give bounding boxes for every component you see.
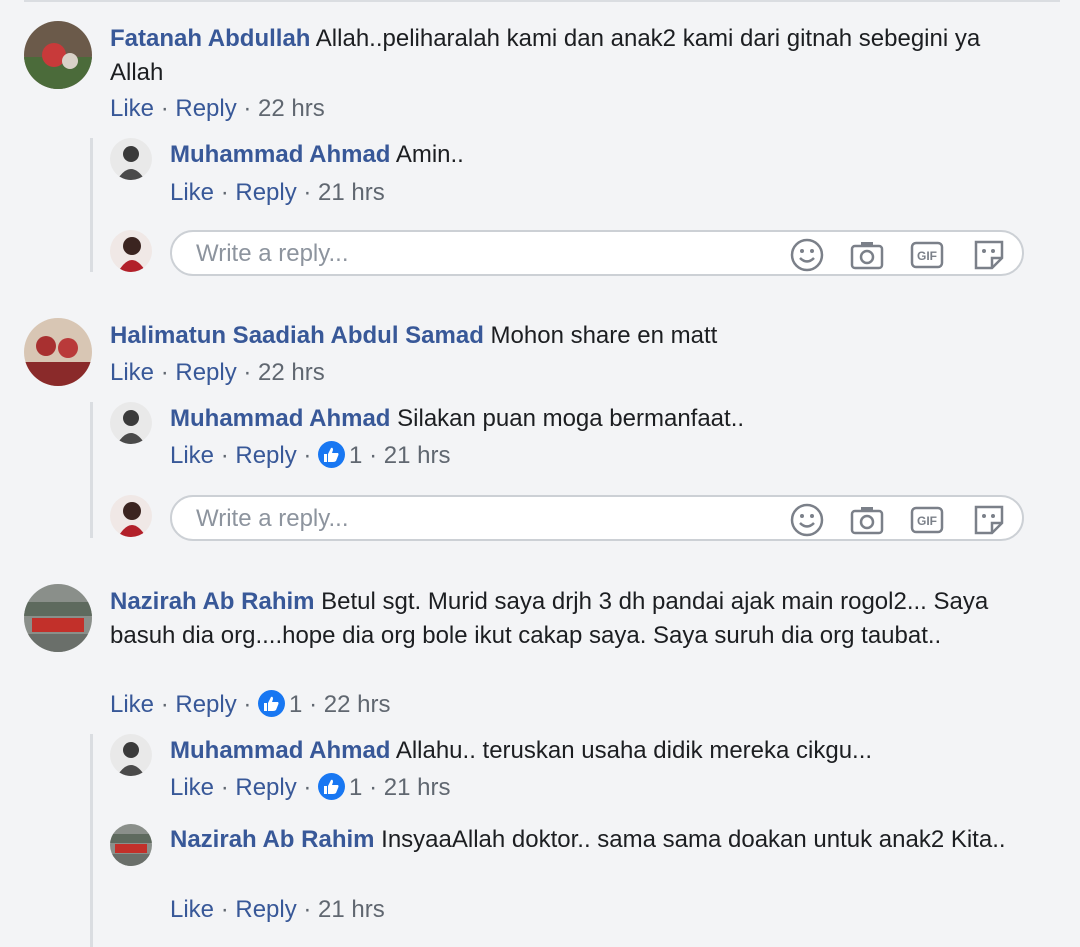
current-user-avatar — [110, 230, 152, 272]
emoji-icon[interactable] — [790, 503, 824, 537]
reply-body: Muhammad Ahmad Amin.. — [170, 138, 464, 172]
camera-icon[interactable] — [850, 238, 884, 272]
like-count[interactable]: 1 — [349, 442, 362, 469]
reply-input[interactable] — [194, 238, 758, 270]
separator: · — [296, 774, 319, 801]
reply-text: InsyaaAllah doktor.. sama sama doakan un… — [381, 826, 1006, 853]
reply-actions: Like · Reply · 1 · 21 hrs — [170, 773, 450, 803]
reply-composer[interactable]: GIF — [170, 495, 1024, 541]
like-link[interactable]: Like — [110, 691, 154, 718]
like-count[interactable]: 1 — [349, 774, 362, 801]
current-user-avatar — [110, 495, 152, 537]
reply-body: Nazirah Ab Rahim InsyaaAllah doktor.. sa… — [170, 823, 1020, 857]
reply-link[interactable]: Reply — [235, 774, 296, 801]
reply-composer[interactable]: GIF — [170, 230, 1024, 276]
sticker-icon[interactable] — [972, 238, 1006, 272]
separator: · — [154, 691, 176, 718]
separator: · — [154, 95, 176, 122]
separator: · — [214, 774, 236, 801]
separator: · — [302, 691, 324, 718]
reply-actions: Like · Reply · 1 · 21 hrs — [170, 441, 450, 471]
thread-line — [90, 138, 93, 272]
separator: · — [236, 95, 259, 122]
comment-body: Fatanah Abdullah Allah..peliharalah kami… — [110, 22, 1030, 90]
comment-actions: Like · Reply · 1 · 22 hrs — [110, 690, 390, 720]
reply-link[interactable]: Reply — [235, 896, 296, 923]
separator: · — [362, 442, 384, 469]
comment-body: Halimatun Saadiah Abdul Samad Mohon shar… — [110, 319, 717, 353]
comment-body: Nazirah Ab Rahim Betul sgt. Murid saya d… — [110, 585, 1030, 653]
like-reaction-icon[interactable] — [318, 441, 346, 468]
reply-link[interactable]: Reply — [235, 179, 296, 206]
svg-text:GIF: GIF — [917, 514, 937, 528]
separator: · — [154, 359, 176, 386]
like-link[interactable]: Like — [110, 359, 154, 386]
like-reaction-icon[interactable] — [318, 773, 346, 800]
reply-author[interactable]: Nazirah Ab Rahim — [170, 826, 374, 853]
comment-actions: Like · Reply · 22 hrs — [110, 358, 325, 388]
gif-icon[interactable]: GIF — [910, 503, 944, 537]
comment-text: Mohon share en matt — [490, 322, 718, 349]
timestamp[interactable]: 21 hrs — [384, 774, 451, 801]
like-link[interactable]: Like — [110, 95, 154, 122]
comment-actions: Like · Reply · 22 hrs — [110, 94, 325, 124]
reply-link[interactable]: Reply — [175, 359, 236, 386]
like-count[interactable]: 1 — [289, 691, 302, 718]
avatar[interactable] — [110, 824, 152, 866]
gif-icon[interactable]: GIF — [910, 238, 944, 272]
reply-actions: Like · Reply · 21 hrs — [170, 895, 385, 925]
like-link[interactable]: Like — [170, 896, 214, 923]
comment-author[interactable]: Nazirah Ab Rahim — [110, 588, 314, 615]
reply-body: Muhammad Ahmad Allahu.. teruskan usaha d… — [170, 734, 872, 768]
reply-text: Amin.. — [395, 141, 464, 168]
reply-author[interactable]: Muhammad Ahmad — [170, 405, 390, 432]
divider — [24, 0, 1060, 2]
timestamp[interactable]: 22 hrs — [258, 95, 325, 122]
reply-link[interactable]: Reply — [235, 442, 296, 469]
separator: · — [296, 896, 319, 923]
reply-link[interactable]: Reply — [175, 95, 236, 122]
avatar[interactable] — [24, 318, 92, 386]
separator: · — [296, 442, 319, 469]
avatar[interactable] — [110, 402, 152, 444]
reply-input[interactable] — [194, 503, 758, 535]
separator: · — [236, 359, 259, 386]
comment-author[interactable]: Fatanah Abdullah — [110, 25, 310, 52]
avatar[interactable] — [24, 584, 92, 652]
comment-author[interactable]: Halimatun Saadiah Abdul Samad — [110, 322, 484, 349]
timestamp[interactable]: 22 hrs — [258, 359, 325, 386]
separator: · — [296, 179, 319, 206]
emoji-icon[interactable] — [790, 238, 824, 272]
separator: · — [214, 896, 236, 923]
avatar[interactable] — [110, 138, 152, 180]
reply-author[interactable]: Muhammad Ahmad — [170, 141, 390, 168]
timestamp[interactable]: 22 hrs — [324, 691, 391, 718]
separator: · — [214, 179, 236, 206]
avatar[interactable] — [24, 21, 92, 89]
like-reaction-icon[interactable] — [258, 690, 286, 717]
separator: · — [214, 442, 236, 469]
thread-line — [90, 734, 93, 947]
sticker-icon[interactable] — [972, 503, 1006, 537]
like-link[interactable]: Like — [170, 179, 214, 206]
reply-author[interactable]: Muhammad Ahmad — [170, 737, 390, 764]
timestamp[interactable]: 21 hrs — [384, 442, 451, 469]
reply-text: Allahu.. teruskan usaha didik mereka cik… — [395, 737, 873, 764]
like-link[interactable]: Like — [170, 442, 214, 469]
avatar[interactable] — [110, 734, 152, 776]
separator: · — [362, 774, 384, 801]
reply-text: Silakan puan moga bermanfaat.. — [397, 405, 745, 432]
timestamp[interactable]: 21 hrs — [318, 896, 385, 923]
camera-icon[interactable] — [850, 503, 884, 537]
svg-text:GIF: GIF — [917, 249, 937, 263]
reply-actions: Like · Reply · 21 hrs — [170, 178, 385, 208]
like-link[interactable]: Like — [170, 774, 214, 801]
timestamp[interactable]: 21 hrs — [318, 179, 385, 206]
separator: · — [236, 691, 259, 718]
reply-body: Muhammad Ahmad Silakan puan moga bermanf… — [170, 402, 744, 436]
reply-link[interactable]: Reply — [175, 691, 236, 718]
thread-line — [90, 402, 93, 538]
